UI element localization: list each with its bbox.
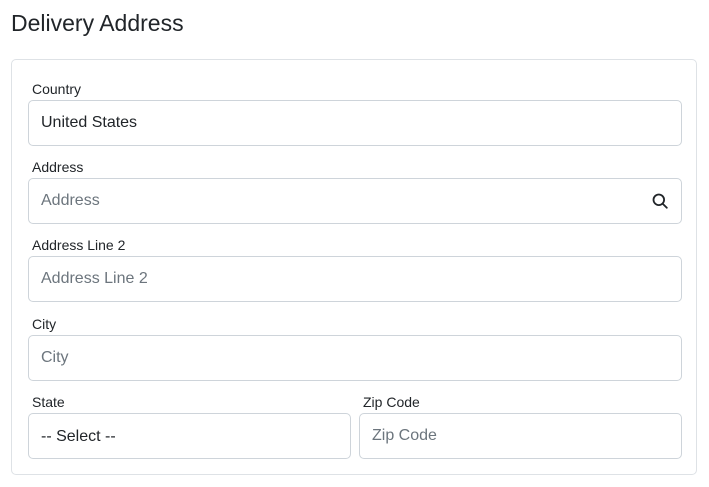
address-label: Address [32, 159, 84, 175]
state-label: State [32, 394, 65, 410]
state-select[interactable]: -- Select -- [41, 414, 338, 458]
address-field-wrapper [28, 178, 682, 224]
city-field-wrapper [28, 335, 682, 381]
city-input[interactable] [41, 336, 669, 380]
address-line-2-input[interactable] [41, 257, 669, 301]
search-icon[interactable] [651, 192, 669, 210]
address-line-2-field-wrapper [28, 256, 682, 302]
state-field-wrapper: -- Select -- [28, 413, 351, 459]
address-input[interactable] [41, 179, 643, 223]
zip-code-label: Zip Code [363, 394, 420, 410]
city-label: City [32, 316, 57, 332]
country-input[interactable] [41, 101, 669, 145]
address-line-2-label: Address Line 2 [32, 237, 126, 253]
delivery-address-card: Country Address Address Line 2 City Stat… [11, 59, 697, 475]
page-title: Delivery Address [11, 10, 184, 36]
country-label: Country [32, 81, 82, 97]
zip-code-input[interactable] [372, 414, 669, 458]
country-field-wrapper [28, 100, 682, 146]
zip-code-field-wrapper [359, 413, 682, 459]
